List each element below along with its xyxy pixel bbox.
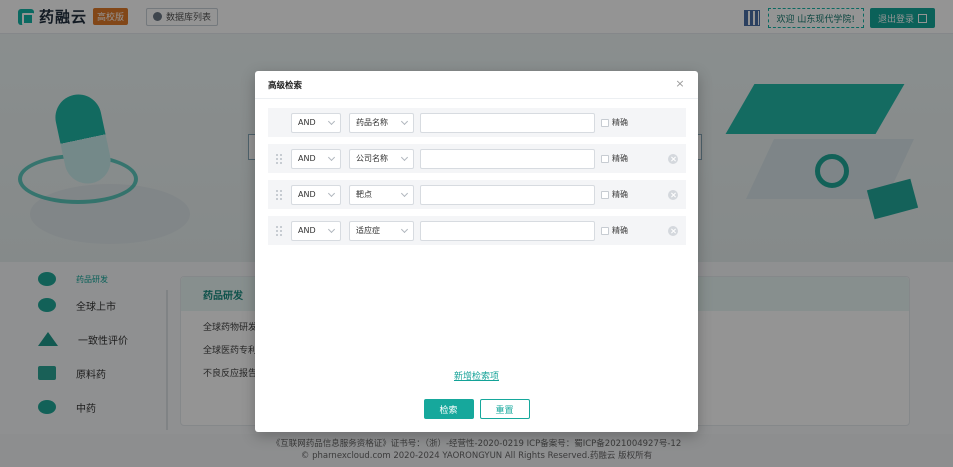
checkbox-box[interactable] xyxy=(601,154,609,163)
search-condition-row: AND 适应症 精确 xyxy=(268,216,686,245)
advanced-search-dialog: 高级检索 × AND 药品名称 精确 AND 公司名称 精确 AND 靶点 精确… xyxy=(255,71,698,432)
field-value: 适应症 xyxy=(356,226,380,235)
exact-match-label: 精确 xyxy=(612,118,628,127)
field-select[interactable]: 药品名称 xyxy=(349,112,414,133)
dialog-title: 高级检索 xyxy=(268,80,303,91)
operator-select[interactable]: AND xyxy=(291,112,341,133)
search-condition-row: AND 药品名称 精确 xyxy=(268,108,686,137)
chevron-down-icon xyxy=(400,117,409,125)
checkbox-box[interactable] xyxy=(601,118,609,127)
chevron-down-icon xyxy=(327,225,336,233)
reset-button[interactable]: 重置 xyxy=(479,399,530,419)
search-condition-row: AND 靶点 精确 xyxy=(268,180,686,209)
keyword-input[interactable] xyxy=(420,220,595,241)
field-value: 靶点 xyxy=(356,190,372,199)
chevron-down-icon xyxy=(327,153,336,161)
exact-match-checkbox[interactable]: 精确 xyxy=(601,225,628,236)
operator-value: AND xyxy=(298,190,316,199)
exact-match-checkbox[interactable]: 精确 xyxy=(601,153,628,164)
field-select[interactable]: 公司名称 xyxy=(349,148,414,169)
remove-row-icon[interactable] xyxy=(668,154,678,164)
search-condition-row: AND 公司名称 精确 xyxy=(268,144,686,173)
search-button[interactable]: 检索 xyxy=(423,399,474,419)
drag-handle-icon[interactable] xyxy=(276,189,282,200)
chevron-down-icon xyxy=(327,189,336,197)
keyword-input[interactable] xyxy=(420,184,595,205)
remove-row-icon[interactable] xyxy=(668,226,678,236)
checkbox-box[interactable] xyxy=(601,190,609,199)
exact-match-label: 精确 xyxy=(612,190,628,199)
operator-value: AND xyxy=(298,118,316,127)
operator-value: AND xyxy=(298,226,316,235)
chevron-down-icon xyxy=(400,189,409,197)
exact-match-label: 精确 xyxy=(612,154,628,163)
dialog-actions: 检索 重置 xyxy=(255,399,698,419)
keyword-input[interactable] xyxy=(420,112,595,133)
field-select[interactable]: 适应症 xyxy=(349,220,414,241)
drag-handle-icon[interactable] xyxy=(276,153,282,164)
exact-match-checkbox[interactable]: 精确 xyxy=(601,117,628,128)
remove-row-icon[interactable] xyxy=(668,190,678,200)
exact-match-label: 精确 xyxy=(612,226,628,235)
operator-value: AND xyxy=(298,154,316,163)
operator-select[interactable]: AND xyxy=(291,220,341,241)
chevron-down-icon xyxy=(400,153,409,161)
operator-select[interactable]: AND xyxy=(291,184,341,205)
add-condition-link[interactable]: 新增检索项 xyxy=(255,369,698,382)
search-conditions: AND 药品名称 精确 AND 公司名称 精确 AND 靶点 精确 AND 适应… xyxy=(268,108,686,252)
drag-handle-icon[interactable] xyxy=(276,225,282,236)
chevron-down-icon xyxy=(400,225,409,233)
operator-select[interactable]: AND xyxy=(291,148,341,169)
chevron-down-icon xyxy=(327,117,336,125)
field-value: 公司名称 xyxy=(356,154,388,163)
close-icon[interactable]: × xyxy=(675,78,685,89)
exact-match-checkbox[interactable]: 精确 xyxy=(601,189,628,200)
checkbox-box[interactable] xyxy=(601,226,609,235)
keyword-input[interactable] xyxy=(420,148,595,169)
field-select[interactable]: 靶点 xyxy=(349,184,414,205)
dialog-header: 高级检索 xyxy=(255,71,698,99)
field-value: 药品名称 xyxy=(356,118,388,127)
